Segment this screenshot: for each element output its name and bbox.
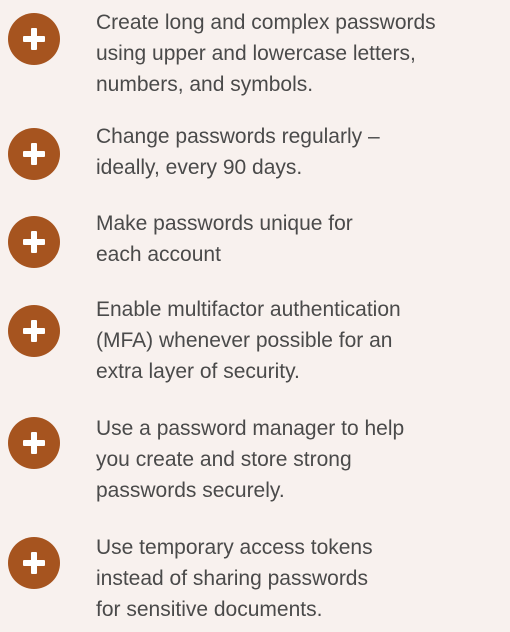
plus-icon [8, 128, 60, 180]
tip-text: Make passwords unique for each account [96, 212, 353, 266]
plus-icon [8, 305, 60, 357]
tip-text: Enable multifactor authentication (MFA) … [96, 298, 401, 383]
plus-icon [8, 417, 60, 469]
plus-icon [8, 13, 60, 65]
tip-item-complex-passwords: Create long and complex passwords using … [0, 7, 510, 107]
tip-text: Use temporary access tokens instead of s… [96, 536, 373, 621]
plus-icon [8, 216, 60, 268]
tip-item-unique-passwords: Make passwords unique for each account [0, 208, 510, 308]
tip-text: Change passwords regularly – ideally, ev… [96, 125, 380, 179]
tip-item-access-tokens: Use temporary access tokens instead of s… [0, 532, 510, 632]
tip-item-mfa: Enable multifactor authentication (MFA) … [0, 294, 510, 394]
tip-text: Use a password manager to help you creat… [96, 417, 405, 502]
plus-icon [8, 537, 60, 589]
password-tips-list: Create long and complex passwords using … [0, 0, 510, 625]
tip-item-password-manager: Use a password manager to help you creat… [0, 413, 510, 513]
tip-item-change-regularly: Change passwords regularly – ideally, ev… [0, 121, 510, 221]
tip-text: Create long and complex passwords using … [96, 11, 436, 96]
